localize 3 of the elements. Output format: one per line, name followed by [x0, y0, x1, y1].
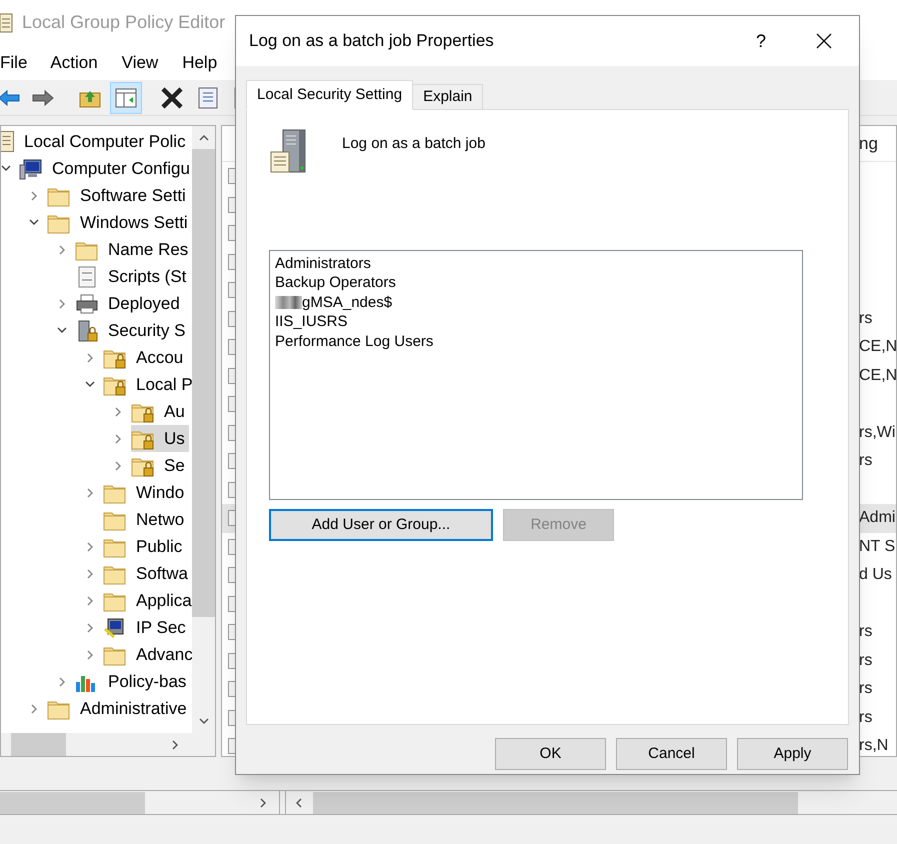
window-title: Local Group Policy Editor: [22, 11, 226, 34]
dialog-title: Log on as a batch job Properties: [249, 30, 494, 52]
policy-name: Log on as a batch job: [342, 134, 486, 154]
